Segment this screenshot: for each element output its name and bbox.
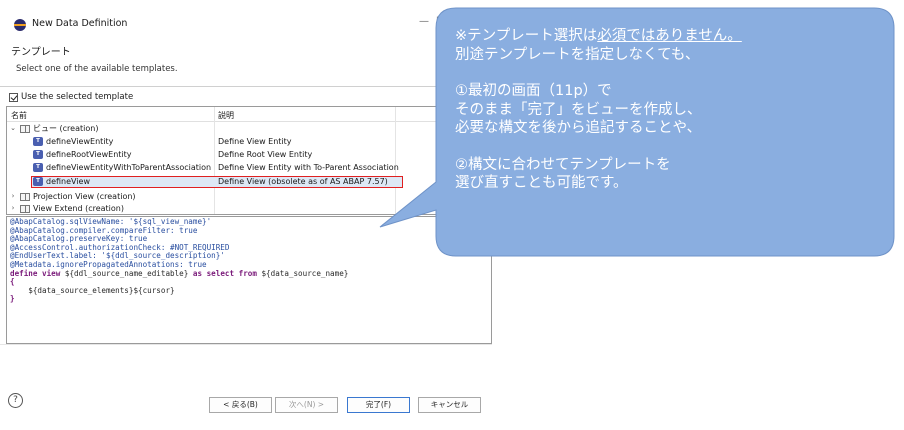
header-divider — [0, 86, 492, 87]
placeholder: ${data_source_name} — [261, 268, 349, 278]
use-template-label: Use the selected template — [21, 92, 134, 102]
row-description: Define Root View Entity — [218, 150, 313, 159]
row-description: Define View Entity with To-Parent Associ… — [218, 163, 399, 172]
template-icon: T — [33, 163, 43, 172]
row-name: Projection View (creation) — [33, 192, 136, 201]
callout-line: ②構文に合わせてテンプレートを — [455, 156, 671, 173]
callout-spacer — [455, 64, 875, 82]
callout-text: ※テンプレート選択は必須ではありません。 別途テンプレートを指定しなくても、 ①… — [455, 27, 875, 193]
code-line-define: define view ${ddl_source_name_editable} … — [10, 268, 491, 279]
title-bar: New Data Definition — ☐ — [0, 0, 492, 31]
chevron-right-icon[interactable]: › — [9, 203, 17, 214]
table-row[interactable]: T defineRootViewEntity Define Root View … — [7, 149, 491, 160]
table-row[interactable]: › View Extend (creation) — [7, 203, 491, 214]
callout-spacer — [455, 138, 875, 156]
new-data-definition-dialog: New Data Definition — ☐ テンプレート Select on… — [0, 0, 492, 430]
page-title: テンプレート — [11, 47, 71, 58]
row-name: defineRootViewEntity — [46, 150, 132, 159]
window-title: New Data Definition — [32, 18, 128, 29]
folder-book-icon — [20, 192, 30, 201]
callout-line: そのまま「完了」をビューを作成し、 — [455, 101, 702, 118]
table-row[interactable]: T defineViewEntity Define View Entity — [7, 136, 491, 147]
callout-line: 選び直すことも可能です。 — [455, 175, 628, 191]
cancel-button[interactable]: キャンセル — [418, 397, 481, 413]
red-highlight-box — [31, 176, 403, 188]
table-row[interactable]: T defineViewEntityWithToParentAssociatio… — [7, 162, 491, 173]
folder-book-icon — [20, 204, 30, 213]
chevron-down-icon[interactable]: ⌄ — [9, 123, 17, 134]
callout-line: ①最初の画面（11p）で — [455, 83, 612, 99]
code-line: } — [10, 294, 15, 304]
help-icon[interactable]: ? — [8, 393, 23, 408]
template-table: 名前 説明 ⌄ ビュー (creation) T defineViewEntit… — [6, 106, 492, 215]
column-header-name[interactable]: 名前 — [11, 110, 27, 121]
row-description: Define View Entity — [218, 137, 292, 146]
row-name: View Extend (creation) — [33, 204, 124, 213]
footer-divider — [0, 344, 492, 345]
eclipse-app-icon — [14, 19, 26, 31]
wizard-header: テンプレート Select one of the available templ… — [0, 36, 492, 86]
callout-underlined: 必須ではありません。 — [597, 28, 742, 44]
table-row[interactable]: ⌄ ビュー (creation) — [7, 123, 491, 134]
page-description: Select one of the available templates. — [16, 64, 178, 74]
checkbox-checked-icon[interactable] — [9, 92, 18, 102]
minimize-button[interactable]: — — [419, 16, 429, 27]
template-icon: T — [33, 137, 43, 146]
maximize-button[interactable]: ☐ — [436, 16, 445, 27]
chevron-right-icon[interactable]: › — [9, 191, 17, 202]
callout-line-part: ※テンプレート選択は — [455, 28, 598, 44]
callout-line: ※テンプレート選択は必須ではありません。 — [455, 27, 875, 46]
finish-button[interactable]: 完了(F) — [347, 397, 410, 413]
template-preview[interactable]: @AbapCatalog.sqlViewName: '${sql_view_na… — [6, 216, 492, 344]
callout-line: 別途テンプレートを指定しなくても、 — [455, 46, 700, 63]
placeholder: ${ddl_source_name_editable} — [64, 268, 189, 278]
use-template-checkbox[interactable]: Use the selected template — [9, 92, 133, 102]
next-button[interactable]: 次へ(N) > — [275, 397, 338, 413]
folder-book-icon — [20, 124, 30, 133]
column-header-description[interactable]: 説明 — [218, 110, 234, 121]
table-header: 名前 説明 — [7, 107, 491, 122]
row-name: ビュー (creation) — [33, 124, 99, 133]
code-line: ${data_source_elements}${cursor} — [10, 285, 175, 295]
table-row[interactable]: › Projection View (creation) — [7, 191, 491, 202]
row-name: defineViewEntityWithToParentAssociation — [46, 163, 212, 172]
template-icon: T — [33, 150, 43, 159]
back-button[interactable]: < 戻る(B) — [209, 397, 272, 413]
keyword: as select from — [188, 268, 262, 278]
callout-line: 必要な構文を後から追記することや、 — [455, 120, 702, 136]
keyword: define view — [10, 268, 65, 278]
row-name: defineViewEntity — [46, 137, 114, 146]
